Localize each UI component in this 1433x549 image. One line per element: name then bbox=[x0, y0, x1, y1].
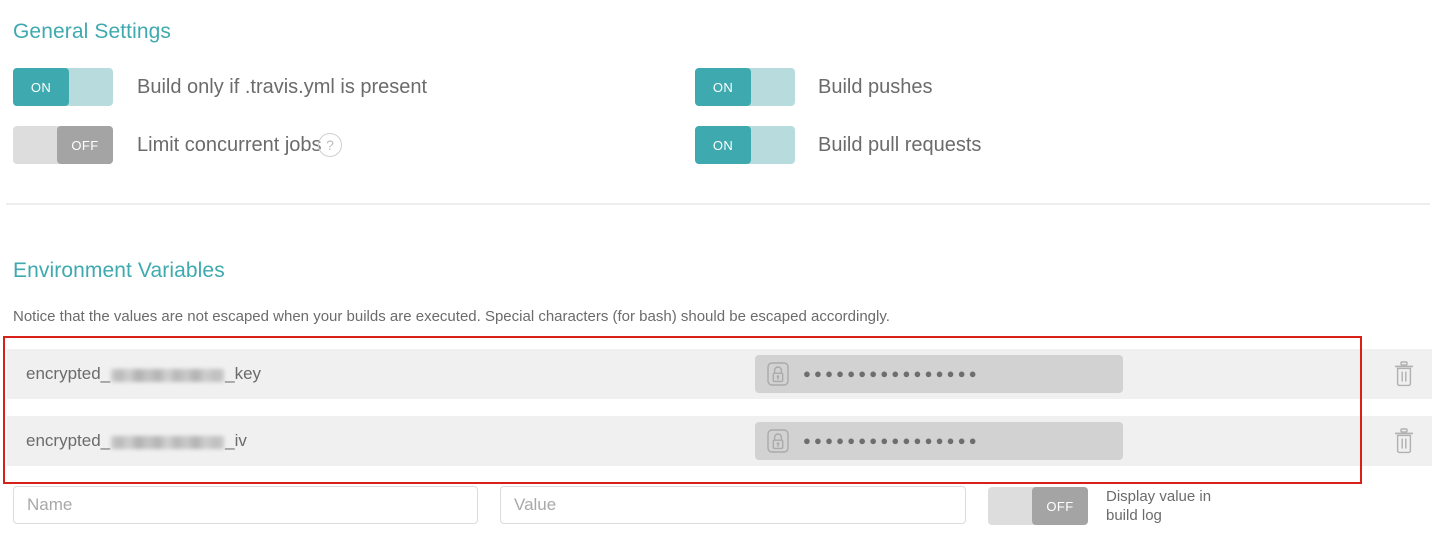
env-var-value-masked: ●●●●●●●●●●●●●●●● bbox=[803, 365, 980, 381]
toggle-label-build-pull-requests: Build pull requests bbox=[818, 134, 982, 156]
table-row: encrypted_ _iv ●●●●●●●●●●●●●●●● bbox=[7, 416, 1432, 466]
redacted-text-blur bbox=[111, 435, 225, 449]
toggle-state-label: ON bbox=[13, 68, 69, 106]
toggle-state-label: ON bbox=[695, 68, 751, 106]
redacted-text-blur bbox=[111, 368, 225, 382]
env-var-value-field[interactable]: ●●●●●●●●●●●●●●●● bbox=[755, 422, 1123, 460]
env-var-value-masked: ●●●●●●●●●●●●●●●● bbox=[803, 432, 980, 448]
trash-icon bbox=[1395, 361, 1413, 387]
toggle-state-label: ON bbox=[695, 126, 751, 164]
toggle-state-label: OFF bbox=[1032, 487, 1088, 525]
lock-icon bbox=[767, 429, 789, 453]
env-var-name: encrypted_ _iv bbox=[26, 416, 247, 466]
display-label-line2: build log bbox=[1106, 507, 1162, 524]
toggle-display-value-in-build-log[interactable]: OFF bbox=[988, 487, 1088, 525]
page-title-general-settings: General Settings bbox=[13, 20, 172, 43]
env-var-name: encrypted_ _key bbox=[26, 349, 261, 399]
page-title-environment-variables: Environment Variables bbox=[13, 259, 225, 282]
toggle-build-pushes[interactable]: ON bbox=[695, 68, 795, 106]
toggle-state-label: OFF bbox=[57, 126, 113, 164]
env-var-value-field[interactable]: ●●●●●●●●●●●●●●●● bbox=[755, 355, 1123, 393]
env-var-name-suffix: _key bbox=[225, 364, 262, 383]
toggle-label-display-value-in-build-log: Display value in build log bbox=[1106, 487, 1256, 525]
toggle-build-only-if-travis-yml[interactable]: ON bbox=[13, 68, 113, 106]
section-divider bbox=[6, 203, 1430, 205]
toggle-build-pull-requests[interactable]: ON bbox=[695, 126, 795, 164]
display-label-line1: Display value in bbox=[1106, 488, 1212, 505]
toggle-limit-concurrent-jobs[interactable]: OFF bbox=[13, 126, 113, 164]
env-var-value-input[interactable] bbox=[500, 486, 966, 524]
environment-variables-notice: Notice that the values are not escaped w… bbox=[13, 308, 890, 325]
delete-env-var-button[interactable] bbox=[1392, 428, 1416, 454]
delete-env-var-button[interactable] bbox=[1392, 361, 1416, 387]
help-question-icon[interactable]: ? bbox=[318, 133, 342, 157]
table-row: encrypted_ _key ●●●●●●●●●●●●●●●● bbox=[7, 349, 1432, 399]
env-var-name-input[interactable] bbox=[13, 486, 478, 524]
env-var-name-prefix: encrypted_ bbox=[26, 431, 111, 450]
env-var-name-suffix: _iv bbox=[225, 431, 247, 450]
toggle-label-limit-concurrent-jobs: Limit concurrent jobs bbox=[137, 134, 322, 156]
env-var-name-prefix: encrypted_ bbox=[26, 364, 111, 383]
trash-icon bbox=[1395, 428, 1413, 454]
toggle-label-build-pushes: Build pushes bbox=[818, 76, 933, 98]
toggle-label-build-only-if-travis-yml: Build only if .travis.yml is present bbox=[137, 76, 428, 98]
lock-icon bbox=[767, 362, 789, 386]
